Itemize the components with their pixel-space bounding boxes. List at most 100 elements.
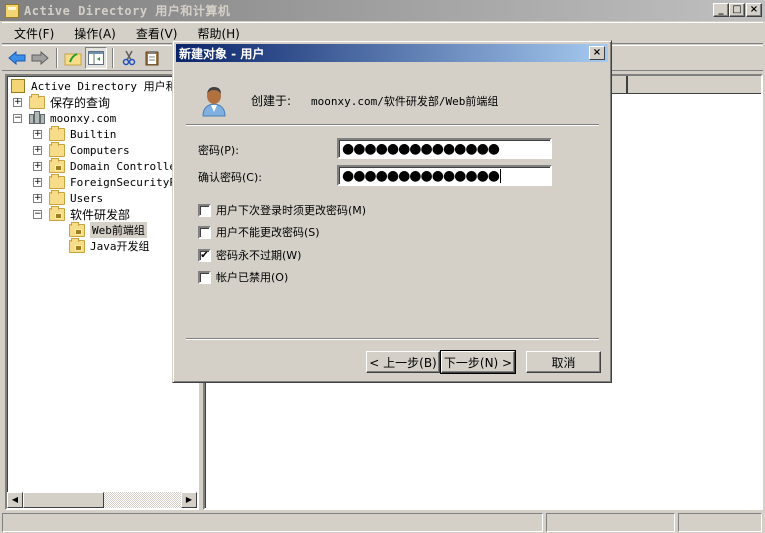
dialog-title-bar: 新建对象 - 用户 × <box>176 44 608 62</box>
folder-icon <box>29 93 45 109</box>
expand-icon[interactable]: + <box>33 145 42 155</box>
option-must-change-password[interactable]: 用户下次登录时须更改密码(M) <box>198 202 366 218</box>
app-icon <box>5 3 19 18</box>
collapse-icon[interactable]: − <box>13 113 22 123</box>
dialog-title: 新建对象 - 用户 <box>179 46 265 61</box>
option-label: 用户下次登录时须更改密码(M) <box>216 204 367 217</box>
checkmark-icon: ✔ <box>200 249 209 261</box>
confirm-password-input[interactable]: ●●●●●●●●●●●●●● <box>337 165 552 186</box>
expand-icon[interactable]: + <box>13 97 22 107</box>
cut-button[interactable] <box>118 47 140 69</box>
checkbox-unchecked[interactable] <box>198 270 211 284</box>
ou-icon <box>69 221 85 237</box>
expand-icon[interactable]: + <box>33 129 42 139</box>
folder-icon <box>49 189 65 205</box>
cut-icon <box>122 50 136 66</box>
status-panel <box>546 513 675 532</box>
password-label: 密码(P): <box>198 144 239 157</box>
paste-icon <box>145 51 159 66</box>
tree-item-label: Users <box>70 191 104 205</box>
confirm-password-value: ●●●●●●●●●●●●●● <box>342 167 500 184</box>
tree-horizontal-scrollbar[interactable]: ◀ ▶ <box>7 492 197 508</box>
toolbar-separator <box>56 48 58 68</box>
ou-icon <box>69 237 85 253</box>
tree-item-users[interactable]: + Users <box>33 189 104 206</box>
collapse-icon[interactable]: − <box>33 209 42 219</box>
user-icon <box>202 87 226 117</box>
created-in-label: 创建于: <box>251 94 292 108</box>
option-label: 用户不能更改密码(S) <box>216 226 320 239</box>
scroll-right-icon[interactable]: ▶ <box>181 492 197 508</box>
scroll-left-icon[interactable]: ◀ <box>7 492 23 508</box>
tree-item-domain-controllers[interactable]: + Domain Controllers <box>33 157 189 174</box>
tree-root-label: Active Directory 用户和计 <box>31 80 188 93</box>
tree-item-web-frontend-group[interactable]: Web前端组 <box>69 221 147 238</box>
tree-item-saved-queries[interactable]: + 保存的查询 <box>13 93 111 110</box>
domain-icon <box>29 111 45 125</box>
up-one-level-button[interactable] <box>62 47 84 69</box>
divider <box>186 124 599 126</box>
checkbox-checked[interactable]: ✔ <box>198 248 211 262</box>
tree-item-label: moonxy.com <box>50 111 117 125</box>
window-title-bar: Active Directory 用户和计算机 _ □ × <box>0 0 765 21</box>
tree-item-label: Builtin <box>70 127 117 141</box>
tree-item-rd-department[interactable]: − 软件研发部 <box>33 205 131 222</box>
confirm-password-label: 确认密码(C): <box>198 171 262 184</box>
folder-icon <box>49 173 65 189</box>
ad-root-icon <box>11 79 25 93</box>
ou-icon <box>49 205 65 221</box>
option-account-disabled[interactable]: 帐户已禁用(O) <box>198 269 288 285</box>
next-step-button[interactable]: 下一步(N) > <box>440 350 516 374</box>
option-password-never-expires[interactable]: ✔ 密码永不过期(W) <box>198 247 301 263</box>
back-step-button[interactable]: < 上一步(B) <box>366 351 440 373</box>
toolbar-separator <box>112 48 114 68</box>
folder-icon <box>49 141 65 157</box>
ou-icon <box>49 157 65 173</box>
back-button[interactable] <box>6 47 28 69</box>
expand-icon[interactable]: + <box>33 177 42 187</box>
tree-item-label: 保存的查询 <box>50 95 111 110</box>
tree-item-domain[interactable]: − moonxy.com <box>13 110 116 126</box>
show-hide-console-tree-icon <box>88 51 104 65</box>
tree-item-label: Java开发组 <box>90 240 150 253</box>
new-user-dialog: 新建对象 - 用户 × 创建于: moonxy.com/软件研发部/Web前端组… <box>172 40 612 383</box>
tree-item-label: Computers <box>70 143 130 157</box>
option-label: 密码永不过期(W) <box>216 249 302 262</box>
menu-action[interactable]: 操作(A) <box>66 25 124 42</box>
tree-item-computers[interactable]: + Computers <box>33 141 130 158</box>
scrollbar-thumb[interactable] <box>23 492 104 508</box>
status-panel <box>2 513 543 532</box>
checkbox-unchecked[interactable] <box>198 203 211 217</box>
close-button[interactable]: × <box>746 3 762 17</box>
checkbox-unchecked[interactable] <box>198 225 211 239</box>
expand-icon[interactable]: + <box>33 161 42 171</box>
console-tree[interactable]: Active Directory 用户和计 + 保存的查询 − moonxy.c… <box>5 74 199 510</box>
tree-item-label: 软件研发部 <box>70 207 131 222</box>
menu-file[interactable]: 文件(F) <box>6 25 62 42</box>
back-arrow-icon <box>8 51 26 65</box>
option-cannot-change-password[interactable]: 用户不能更改密码(S) <box>198 224 320 240</box>
tree-item-label: Web前端组 <box>90 222 147 238</box>
text-caret <box>500 168 502 183</box>
menu-view[interactable]: 查看(V) <box>128 25 186 42</box>
menu-help[interactable]: 帮助(H) <box>189 25 247 42</box>
up-folder-icon <box>64 53 82 66</box>
option-label: 帐户已禁用(O) <box>216 271 289 284</box>
forward-button[interactable] <box>29 47 51 69</box>
tree-item-java-dev-group[interactable]: Java开发组 <box>69 237 150 254</box>
dialog-close-button[interactable]: × <box>589 46 605 60</box>
status-bar <box>2 513 763 532</box>
status-panel <box>678 513 762 532</box>
divider <box>186 338 599 340</box>
show-hide-console-tree-button[interactable] <box>85 47 107 69</box>
maximize-button[interactable]: □ <box>729 3 745 17</box>
expand-icon[interactable]: + <box>33 193 42 203</box>
folder-icon <box>49 125 65 141</box>
password-input[interactable]: ●●●●●●●●●●●●●● <box>337 138 552 159</box>
tree-root[interactable]: Active Directory 用户和计 <box>11 78 188 94</box>
cancel-button[interactable]: 取消 <box>526 351 601 373</box>
paste-button[interactable] <box>141 47 163 69</box>
minimize-button[interactable]: _ <box>713 3 729 17</box>
tree-item-builtin[interactable]: + Builtin <box>33 125 117 142</box>
created-in-path: moonxy.com/软件研发部/Web前端组 <box>311 95 499 108</box>
